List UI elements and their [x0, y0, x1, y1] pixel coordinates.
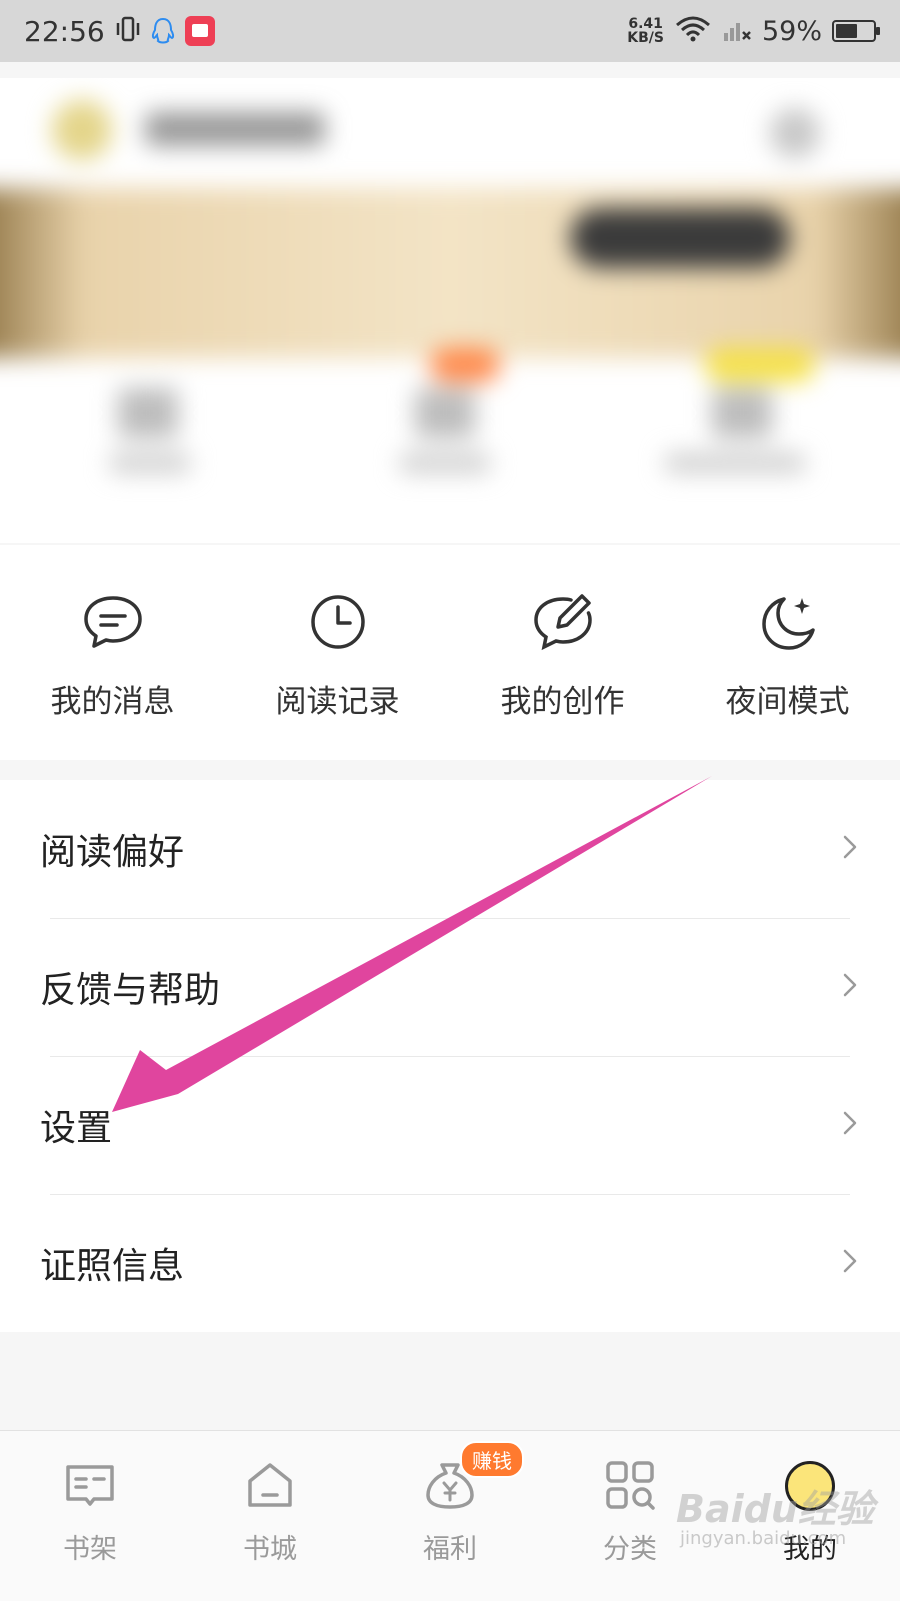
battery-percent: 59%: [761, 15, 822, 47]
tab-label: 书城: [243, 1534, 297, 1565]
signal-icon: [722, 15, 752, 47]
avatar: [52, 100, 112, 160]
blur-layer: [0, 78, 900, 543]
menu-item-label: 设置: [40, 1108, 113, 1149]
stat-value: [712, 388, 772, 438]
stat-label: [665, 453, 805, 473]
header-action-icon: [770, 108, 820, 158]
menu-item-label: 证照信息: [40, 1246, 185, 1287]
wifi-icon: [674, 15, 712, 47]
banner-button: [570, 208, 790, 268]
menu-item-label: 阅读偏好: [40, 832, 185, 873]
chevron-right-icon: [840, 971, 860, 1003]
quick-action-night-mode[interactable]: 夜间模式: [675, 545, 900, 760]
quick-action-history[interactable]: 阅读记录: [225, 545, 450, 760]
vibrate-icon: [115, 14, 141, 48]
home-icon: [242, 1457, 298, 1517]
bookshelf-icon: [62, 1457, 118, 1517]
edit-bubble-icon: [531, 590, 595, 658]
watermark: Baidu经验: [676, 1487, 874, 1531]
qq-icon: [151, 17, 175, 45]
reader-app-icon: [184, 16, 215, 46]
menu-item-license-info[interactable]: 证照信息: [0, 1194, 900, 1332]
settings-menu: 阅读偏好 反馈与帮助 设置 证照信息: [0, 780, 900, 1332]
stat-value: [415, 388, 475, 438]
net-speed: 6.41 KB/S: [627, 17, 664, 45]
stat-value: [118, 388, 178, 438]
tab-bookstore[interactable]: 书城: [180, 1431, 360, 1601]
status-bar: 22:56 6.41 KB/S 59%: [0, 0, 900, 62]
tab-label: 分类: [603, 1534, 657, 1565]
user-name: [145, 112, 325, 146]
chevron-right-icon: [840, 1109, 860, 1141]
quick-action-label: 我的创作: [500, 684, 625, 720]
chevron-right-icon: [840, 833, 860, 865]
category-icon: [602, 1457, 658, 1517]
battery-icon: [832, 20, 880, 42]
net-speed-unit: KB/S: [627, 30, 664, 46]
stat-label: [400, 453, 490, 473]
stat-label: [110, 453, 190, 473]
earn-money-badge: 赚钱: [460, 1441, 524, 1478]
watermark-sub: jingyan.baidu.com: [680, 1528, 847, 1549]
quick-action-label: 阅读记录: [275, 684, 400, 720]
quick-action-creation[interactable]: 我的创作: [450, 545, 675, 760]
quick-action-label: 夜间模式: [725, 684, 850, 720]
menu-item-feedback-help[interactable]: 反馈与帮助: [0, 918, 900, 1056]
chevron-right-icon: [840, 1247, 860, 1279]
tab-label: 福利: [423, 1534, 477, 1565]
profile-header-blurred: [0, 78, 900, 543]
menu-item-label: 反馈与帮助: [40, 970, 221, 1011]
menu-item-settings[interactable]: 设置: [0, 1056, 900, 1194]
battery-fill: [836, 24, 858, 38]
quick-action-messages[interactable]: 我的消息: [0, 545, 225, 760]
message-bubble-icon: [81, 590, 145, 658]
moon-icon: [756, 590, 820, 658]
quick-actions: 我的消息 阅读记录 我的创作 夜间模式: [0, 545, 900, 760]
quick-action-label: 我的消息: [50, 684, 175, 720]
stat-badge-yellow: [705, 348, 815, 382]
stat-badge-orange: [430, 348, 500, 382]
tab-label: 书架: [63, 1534, 117, 1565]
net-speed-value: 6.41: [628, 16, 663, 32]
menu-item-reading-preferences[interactable]: 阅读偏好: [0, 780, 900, 918]
tab-bookshelf[interactable]: 书架: [0, 1431, 180, 1601]
status-time: 22:56: [24, 14, 105, 48]
clock-icon: [306, 590, 370, 658]
tab-welfare[interactable]: 赚钱 福利: [360, 1431, 540, 1601]
